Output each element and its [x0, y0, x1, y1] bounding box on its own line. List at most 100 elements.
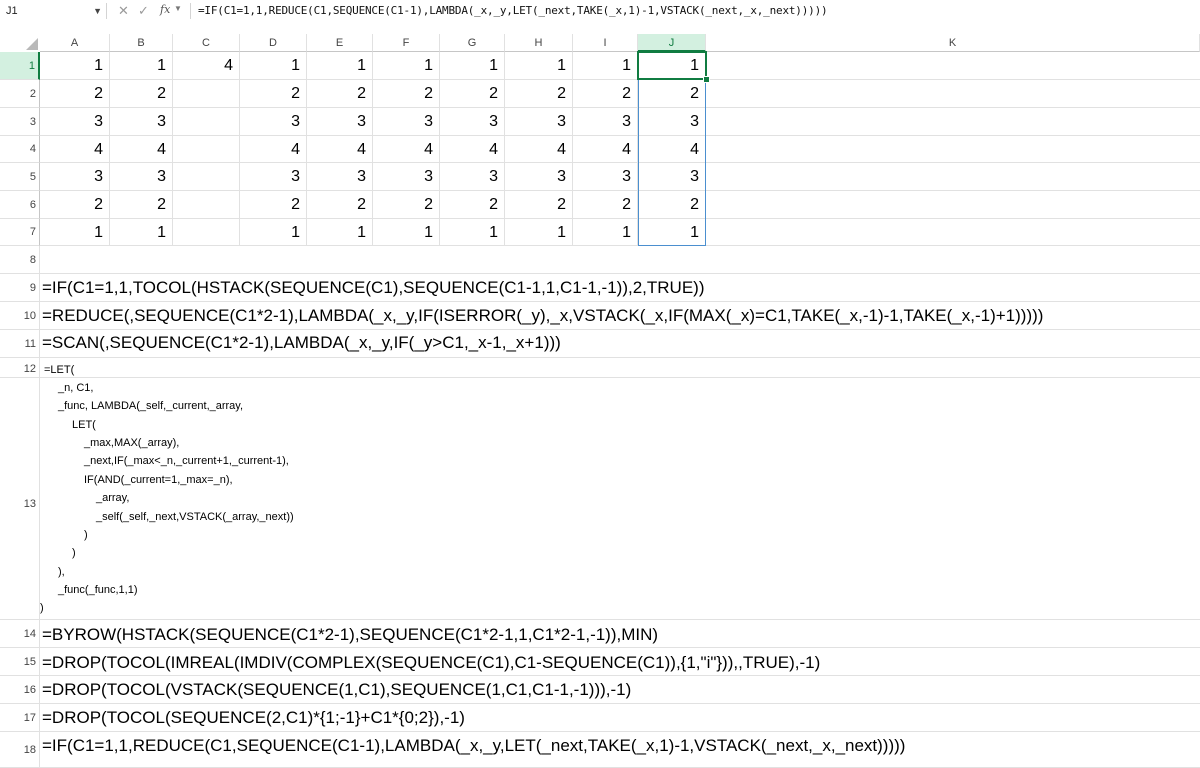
- cell-a15-formula-text[interactable]: =DROP(TOCOL(IMREAL(IMDIV(COMPLEX(SEQUENC…: [42, 653, 820, 673]
- cell-a4[interactable]: 4: [40, 136, 110, 163]
- cell-a5[interactable]: 3: [40, 163, 110, 191]
- cell-i1[interactable]: 1: [573, 52, 638, 80]
- cell-d3[interactable]: 3: [240, 108, 307, 136]
- row-header-16[interactable]: 16: [0, 676, 40, 704]
- cell-f1[interactable]: 1: [373, 52, 440, 80]
- row-header-6[interactable]: 6: [0, 191, 40, 219]
- close-icon[interactable]: ✕: [118, 3, 129, 19]
- cell-d1[interactable]: 1: [240, 52, 307, 80]
- row-header-17[interactable]: 17: [0, 704, 40, 732]
- cell-f7[interactable]: 1: [373, 219, 440, 246]
- row-header-4[interactable]: 4: [0, 136, 40, 163]
- cell-a16-formula-text[interactable]: =DROP(TOCOL(VSTACK(SEQUENCE(1,C1),SEQUEN…: [42, 680, 631, 700]
- column-header-a[interactable]: A: [40, 34, 110, 52]
- cell-b4[interactable]: 4: [110, 136, 173, 163]
- row-header-8[interactable]: 8: [0, 246, 40, 274]
- cell-d7[interactable]: 1: [240, 219, 307, 246]
- column-header-g[interactable]: G: [440, 34, 505, 52]
- cell-e1[interactable]: 1: [307, 52, 373, 80]
- row-header-12[interactable]: 12: [0, 358, 40, 378]
- insert-function-icon[interactable]: fx: [160, 3, 170, 16]
- cell-a7[interactable]: 1: [40, 219, 110, 246]
- row-header-14[interactable]: 14: [0, 620, 40, 648]
- cell-h7[interactable]: 1: [505, 219, 573, 246]
- column-header-c[interactable]: C: [173, 34, 240, 52]
- cell-a14-formula-text[interactable]: =BYROW(HSTACK(SEQUENCE(C1*2-1),SEQUENCE(…: [42, 625, 658, 645]
- cell-d5[interactable]: 3: [240, 163, 307, 191]
- cell-g1[interactable]: 1: [440, 52, 505, 80]
- cell-j1[interactable]: 1: [638, 52, 706, 80]
- formula-input[interactable]: =IF(C1=1,1,REDUCE(C1,SEQUENCE(C1-1),LAMB…: [198, 4, 828, 18]
- cell-h2[interactable]: 2: [505, 80, 573, 108]
- chevron-down-icon[interactable]: ▼: [93, 3, 102, 19]
- cell-j2[interactable]: 2: [638, 80, 706, 108]
- cell-b1[interactable]: 1: [110, 52, 173, 80]
- row-header-11[interactable]: 11: [0, 330, 40, 358]
- cell-g3[interactable]: 3: [440, 108, 505, 136]
- function-dropdown-icon[interactable]: ▼: [174, 4, 182, 13]
- cell-a11-formula-text[interactable]: =SCAN(,SEQUENCE(C1*2-1),LAMBDA(_x,_y,IF(…: [42, 333, 561, 353]
- cell-b2[interactable]: 2: [110, 80, 173, 108]
- row-header-9[interactable]: 9: [0, 274, 40, 302]
- cell-e2[interactable]: 2: [307, 80, 373, 108]
- check-icon[interactable]: ✓: [138, 3, 149, 19]
- cell-f3[interactable]: 3: [373, 108, 440, 136]
- cell-a18-formula-text[interactable]: =IF(C1=1,1,REDUCE(C1,SEQUENCE(C1-1),LAMB…: [42, 736, 905, 756]
- cell-j5[interactable]: 3: [638, 163, 706, 191]
- cell-b3[interactable]: 3: [110, 108, 173, 136]
- cell-a17-formula-text[interactable]: =DROP(TOCOL(SEQUENCE(2,C1)*{1;-1}+C1*{0;…: [42, 708, 465, 728]
- cell-i6[interactable]: 2: [573, 191, 638, 219]
- cell-a1[interactable]: 1: [40, 52, 110, 80]
- column-header-k[interactable]: K: [706, 34, 1200, 52]
- row-header-2[interactable]: 2: [0, 80, 40, 108]
- cell-e7[interactable]: 1: [307, 219, 373, 246]
- cell-j7[interactable]: 1: [638, 219, 706, 246]
- cell-d6[interactable]: 2: [240, 191, 307, 219]
- cell-g5[interactable]: 3: [440, 163, 505, 191]
- cell-g2[interactable]: 2: [440, 80, 505, 108]
- cell-h6[interactable]: 2: [505, 191, 573, 219]
- cell-h3[interactable]: 3: [505, 108, 573, 136]
- cell-e5[interactable]: 3: [307, 163, 373, 191]
- cell-j3[interactable]: 3: [638, 108, 706, 136]
- cell-h5[interactable]: 3: [505, 163, 573, 191]
- cell-a6[interactable]: 2: [40, 191, 110, 219]
- cell-f6[interactable]: 2: [373, 191, 440, 219]
- cell-i7[interactable]: 1: [573, 219, 638, 246]
- column-header-f[interactable]: F: [373, 34, 440, 52]
- cell-g4[interactable]: 4: [440, 136, 505, 163]
- cell-i3[interactable]: 3: [573, 108, 638, 136]
- column-header-d[interactable]: D: [240, 34, 307, 52]
- cell-h1[interactable]: 1: [505, 52, 573, 80]
- cell-e3[interactable]: 3: [307, 108, 373, 136]
- cell-f2[interactable]: 2: [373, 80, 440, 108]
- column-header-b[interactable]: B: [110, 34, 173, 52]
- row-header-18[interactable]: 18: [0, 732, 40, 768]
- cell-e6[interactable]: 2: [307, 191, 373, 219]
- cell-i2[interactable]: 2: [573, 80, 638, 108]
- cell-g6[interactable]: 2: [440, 191, 505, 219]
- cell-f4[interactable]: 4: [373, 136, 440, 163]
- cell-b7[interactable]: 1: [110, 219, 173, 246]
- cell-d4[interactable]: 4: [240, 136, 307, 163]
- cell-f5[interactable]: 3: [373, 163, 440, 191]
- cell-a10-formula-text[interactable]: =REDUCE(,SEQUENCE(C1*2-1),LAMBDA(_x,_y,I…: [42, 306, 1043, 326]
- column-header-h[interactable]: H: [505, 34, 573, 52]
- row-header-5[interactable]: 5: [0, 163, 40, 191]
- fill-handle[interactable]: [703, 76, 710, 83]
- cell-a2[interactable]: 2: [40, 80, 110, 108]
- cell-a3[interactable]: 3: [40, 108, 110, 136]
- row-header-15[interactable]: 15: [0, 648, 40, 676]
- cell-i5[interactable]: 3: [573, 163, 638, 191]
- row-header-3[interactable]: 3: [0, 108, 40, 136]
- cell-g7[interactable]: 1: [440, 219, 505, 246]
- cell-b5[interactable]: 3: [110, 163, 173, 191]
- cell-c1[interactable]: 4: [173, 52, 240, 80]
- cell-a9-formula-text[interactable]: =IF(C1=1,1,TOCOL(HSTACK(SEQUENCE(C1),SEQ…: [42, 278, 705, 298]
- cell-d2[interactable]: 2: [240, 80, 307, 108]
- cell-b6[interactable]: 2: [110, 191, 173, 219]
- cell-j4[interactable]: 4: [638, 136, 706, 163]
- cell-j6[interactable]: 2: [638, 191, 706, 219]
- cell-h4[interactable]: 4: [505, 136, 573, 163]
- cell-i4[interactable]: 4: [573, 136, 638, 163]
